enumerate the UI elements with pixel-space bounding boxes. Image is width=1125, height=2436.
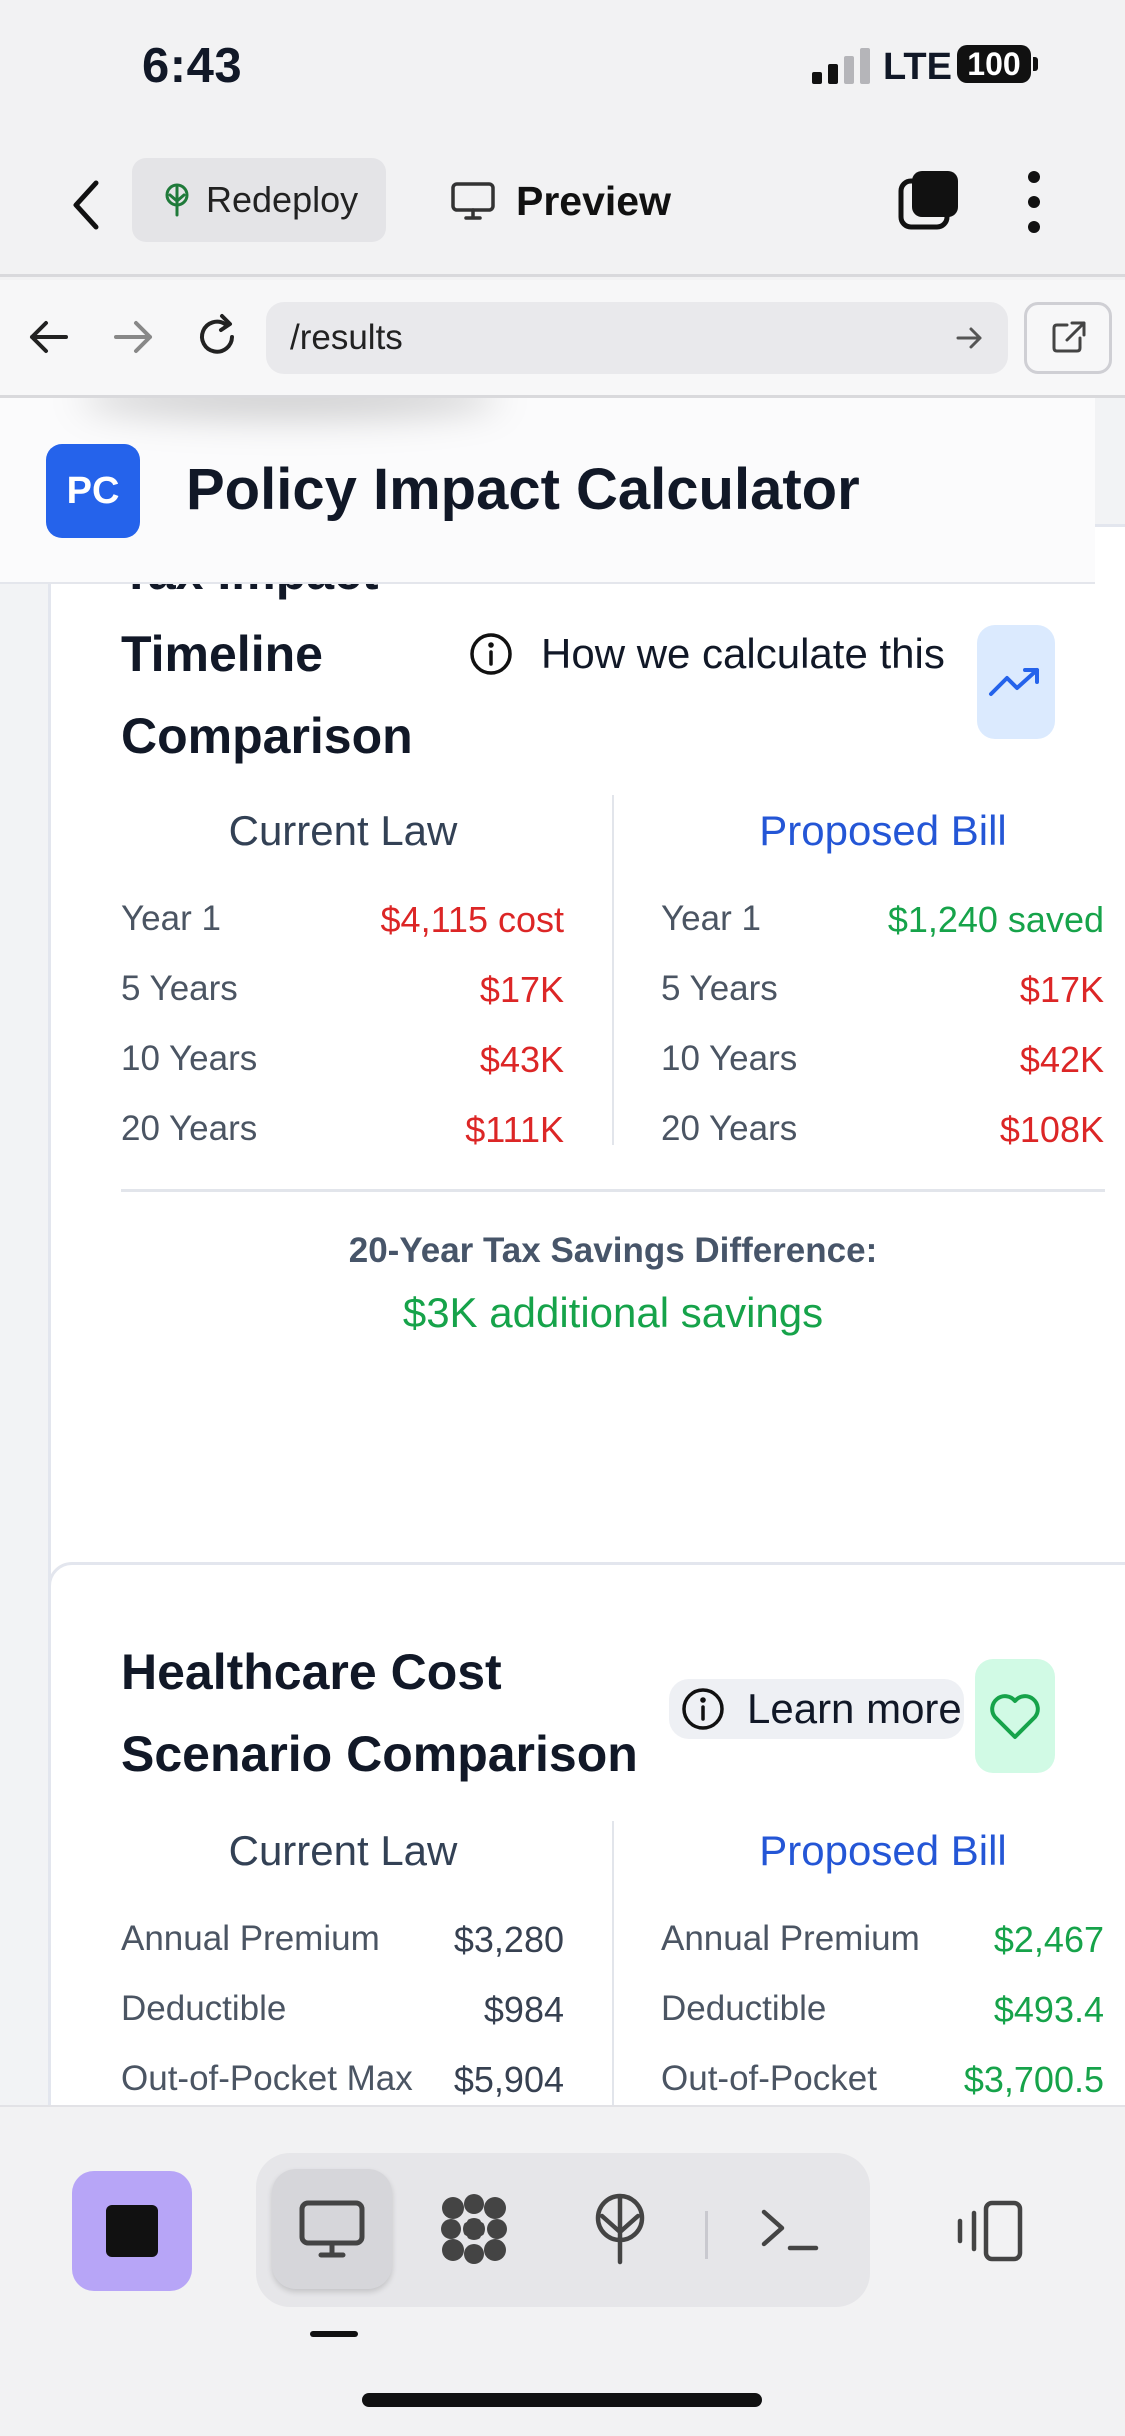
tax-card-title-line-3: Comparison — [121, 708, 413, 764]
tax-proposed-row-value: $1,240 saved — [887, 899, 1104, 940]
tax-proposed-row-value: $108K — [999, 1109, 1104, 1150]
tax-proposed-row-label: Year 1 — [661, 899, 761, 938]
trending-up-icon[interactable] — [977, 625, 1055, 739]
status-bar: 6:43 LTE 100 — [0, 0, 1125, 135]
health-current-row-label: Deductible — [121, 1989, 287, 2028]
tax-current-row-label: 20 Years — [121, 1109, 258, 1148]
open-external-button[interactable] — [1024, 302, 1112, 374]
stop-button[interactable] — [72, 2171, 192, 2291]
learn-more-link[interactable]: Learn more — [669, 1679, 964, 1739]
browser-back-icon[interactable] — [24, 312, 74, 362]
health-current-row-value: $984 — [483, 1989, 564, 2030]
health-current-row-label: Out-of-Pocket Max — [121, 2059, 413, 2098]
app-root: 6:43 LTE 100 Redeploy Preview /results T… — [0, 0, 1125, 2436]
healthcare-cost-card: Healthcare Cost Scenario Comparison Lear… — [48, 1562, 1125, 2105]
info-icon — [470, 633, 512, 675]
tax-proposed-row-label: 20 Years — [661, 1109, 798, 1148]
battery-tip — [1033, 57, 1038, 71]
tax-summary-value: $3K additional savings — [402, 1289, 824, 1336]
how-we-calculate-link[interactable]: How we calculate this — [467, 630, 945, 678]
tax-proposed-row-label: 5 Years — [661, 969, 778, 1008]
more-options-icon[interactable] — [1022, 169, 1046, 235]
deploy-view-button[interactable] — [560, 2169, 680, 2289]
tax-current-row-value: $43K — [479, 1039, 564, 1080]
tax-current-row-value: $17K — [479, 969, 564, 1010]
health-proposed-row-label: Out-of-Pocket — [661, 2059, 877, 2098]
page-header: PC Policy Impact Calculator — [0, 398, 1095, 584]
page-title: Policy Impact Calculator — [186, 457, 860, 522]
tax-current-row-label: 10 Years — [121, 1039, 258, 1078]
tax-current-row-value: $111K — [465, 1109, 564, 1150]
status-time: 6:43 — [142, 39, 243, 93]
tax-proposed-row-value: $17K — [1019, 969, 1104, 1010]
tax-current-row-label: 5 Years — [121, 969, 238, 1008]
active-tab-indicator — [310, 2331, 358, 2337]
learn-more-label: Learn more — [747, 1685, 962, 1732]
back-chevron-icon[interactable] — [62, 175, 112, 235]
redeploy-button[interactable]: Redeploy — [132, 158, 386, 242]
tabs-icon[interactable] — [898, 169, 960, 231]
health-proposed-row-value: $2,467 — [993, 1919, 1104, 1960]
battery-level: 100 — [957, 45, 1031, 83]
stop-icon — [106, 2205, 158, 2257]
health-current-row-value: $5,904 — [453, 2059, 564, 2100]
monitor-icon — [299, 2200, 365, 2258]
health-card-title-line-2: Scenario Comparison — [121, 1726, 638, 1782]
signal-icon — [812, 48, 870, 84]
health-current-row-value: $3,280 — [453, 1919, 564, 1960]
url-field[interactable]: /results — [266, 302, 1008, 374]
tax-current-row-value: $4,115 cost — [380, 899, 564, 940]
how-we-calculate-label: How we calculate this — [541, 630, 945, 677]
tax-proposed-row-label: 10 Years — [661, 1039, 798, 1078]
web-content: Tax Impact Timeline Comparison How we ca… — [0, 398, 1125, 2105]
tax-current-row-label: Year 1 — [121, 899, 221, 938]
redeploy-label: Redeploy — [206, 179, 359, 220]
health-current-row-label: Annual Premium — [121, 1919, 380, 1958]
bottom-dock — [0, 2105, 1125, 2436]
health-column-divider — [612, 1821, 614, 2105]
deploy-tree-icon — [595, 2193, 645, 2265]
tax-summary-label: 20-Year Tax Savings Difference: — [348, 1231, 878, 1270]
network-label: LTE — [883, 46, 952, 88]
browser-bar: /results — [0, 280, 1125, 398]
monitor-icon — [451, 182, 495, 220]
view-switcher — [256, 2153, 870, 2307]
device-toggle-icon[interactable] — [952, 2199, 1026, 2263]
app-logo: PC — [46, 444, 140, 538]
preview-view-button[interactable] — [272, 2169, 392, 2289]
preview-label: Preview — [516, 177, 671, 224]
preview-button[interactable]: Preview — [450, 167, 671, 235]
tax-column-divider — [612, 795, 614, 1145]
segment-separator — [705, 2211, 708, 2259]
go-arrow-icon[interactable] — [954, 322, 986, 354]
deploy-tree-icon — [165, 183, 189, 217]
terminal-icon — [761, 2209, 819, 2251]
tax-summary-divider — [121, 1189, 1105, 1192]
app-toolbar: Redeploy Preview — [0, 135, 1125, 277]
health-proposed-row-label: Deductible — [661, 1989, 827, 2028]
tax-current-heading: Current Law — [228, 807, 458, 854]
health-card-title-line-1: Healthcare Cost — [121, 1644, 502, 1700]
health-proposed-row-value: $493.4 — [993, 1989, 1104, 2030]
url-text: /results — [290, 318, 403, 357]
health-proposed-row-label: Annual Premium — [661, 1919, 920, 1958]
tax-card-title-line-2: Timeline — [121, 626, 323, 682]
console-view-button[interactable] — [730, 2169, 850, 2289]
health-proposed-heading: Proposed Bill — [759, 1827, 1007, 1874]
home-indicator — [362, 2393, 762, 2407]
cluster-icon — [441, 2194, 507, 2264]
external-link-icon — [1052, 321, 1086, 353]
health-current-heading: Current Law — [228, 1827, 458, 1874]
tax-proposed-row-value: $42K — [1019, 1039, 1104, 1080]
tax-proposed-heading: Proposed Bill — [759, 807, 1007, 854]
info-icon — [682, 1688, 724, 1730]
browser-forward-icon[interactable] — [108, 312, 158, 362]
health-proposed-row-value: $3,700.5 — [963, 2059, 1104, 2100]
integrations-view-button[interactable] — [414, 2169, 534, 2289]
reload-icon[interactable] — [192, 312, 242, 362]
heart-icon[interactable] — [975, 1659, 1055, 1773]
